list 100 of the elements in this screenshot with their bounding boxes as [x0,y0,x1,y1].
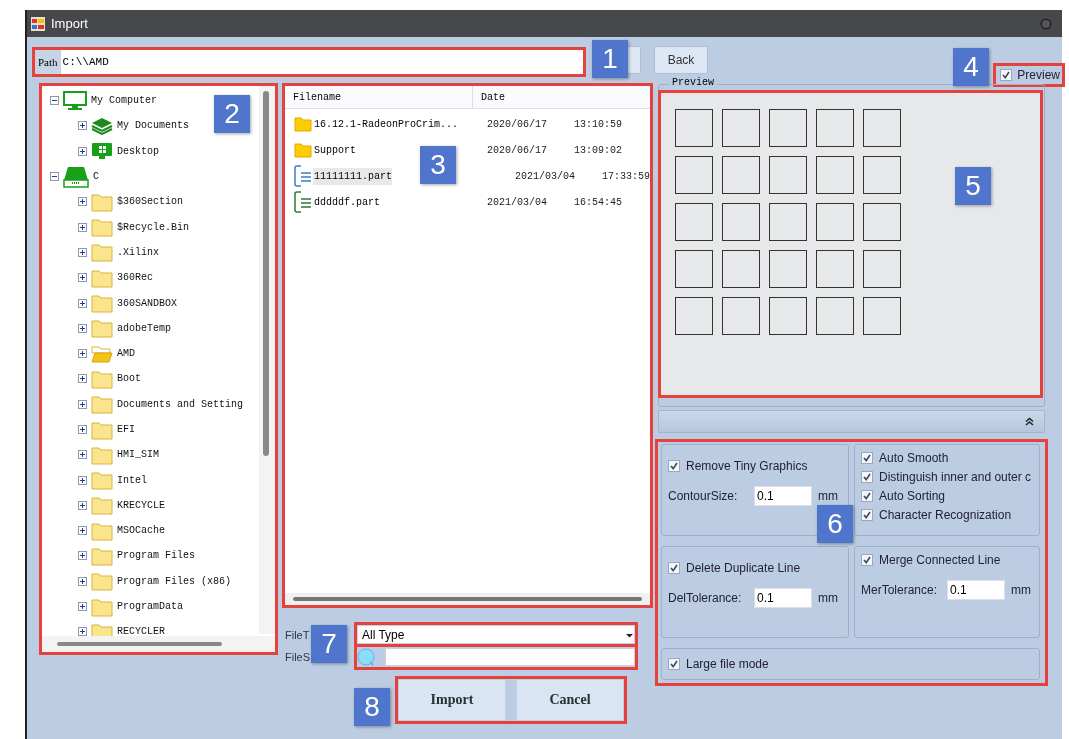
preview-checkbox-label: Preview [1017,67,1060,82]
folder-icon [91,444,113,465]
number-field[interactable]: 0.1 [754,588,812,608]
expand-toggle[interactable] [78,349,87,359]
preview-tile [863,297,901,335]
annotation-badge: 3 [420,146,456,184]
tree-item[interactable]: Desktop [117,145,159,157]
checkbox[interactable] [668,460,680,472]
preview-tile [769,109,807,147]
preview-tile [816,203,854,241]
expand-toggle[interactable] [78,323,87,333]
expand-toggle[interactable] [78,450,87,460]
expand-toggle[interactable] [78,121,87,131]
folder-icon [91,596,113,617]
expand-toggle[interactable] [78,399,87,409]
tree-item[interactable]: Boot [117,373,141,385]
expand-toggle[interactable] [78,576,87,586]
time-cell: 13:09:02 [574,144,622,156]
path-value: C:\\AMD [60,49,583,74]
tree-item[interactable]: C [93,171,99,183]
tree-item[interactable]: Intel [117,474,147,486]
tree-item[interactable]: $360Section [117,196,183,208]
collapse-toggle[interactable] [50,96,59,106]
expand-toggle[interactable] [78,298,87,308]
scrollbar[interactable] [259,86,275,634]
expand-toggle[interactable] [78,425,87,434]
expand-toggle[interactable] [78,222,87,232]
app-icon [31,16,45,31]
checkbox-label: Character Recognization [879,508,1012,522]
file-type-dropdown[interactable]: All Type [357,625,635,644]
checkbox[interactable] [861,452,873,464]
checkbox[interactable] [861,471,873,483]
search-field[interactable] [385,648,635,666]
preview-tile [675,203,713,241]
tree-item[interactable]: HMI_SIM [117,449,159,461]
tree-item[interactable]: RECYCLER [117,626,165,638]
preview-tile [769,203,807,241]
collapse-toggle[interactable] [50,172,59,182]
unit-label: mm [818,489,838,503]
annotation-badge: 2 [214,95,250,133]
tree-item[interactable]: adobeTemp [117,322,171,334]
folder-icon [91,520,113,541]
expand-toggle[interactable] [78,602,87,612]
tree-item[interactable]: 360SANDBOX [117,297,177,309]
file-name-cell[interactable]: 16.12.1-RadeonProCrim... [313,115,486,133]
scrollbar[interactable] [42,636,275,652]
dialog-button[interactable]: Import [398,679,506,721]
date-cell-text: 2021/03/04 [515,170,576,182]
column-header[interactable]: Filename [285,86,473,108]
date-cell-text: 2020/06/17 [487,118,548,130]
tree-item[interactable]: EFI [117,424,135,435]
date-cell-text: 2020/06/17 [487,144,548,156]
number-field[interactable]: 0.1 [947,580,1005,600]
time-cell: 17:33:59 [602,170,650,182]
tree-item[interactable]: MSOCache [117,525,165,537]
tree-item[interactable]: AMD [117,348,135,360]
checkbox[interactable] [861,490,873,502]
expand-toggle[interactable] [78,374,87,384]
folder-icon [91,293,113,313]
tree-item[interactable]: KRECYCLE [117,499,165,511]
checkbox[interactable] [668,562,680,574]
unit-label: mm [1011,583,1031,597]
tree-item[interactable]: $Recycle.Bin [117,221,189,233]
scrollbar[interactable] [285,593,650,605]
expand-toggle[interactable] [78,627,87,637]
checkbox-label: Remove Tiny Graphics [686,459,808,473]
expand-toggle[interactable] [78,526,87,536]
tree-item[interactable]: ProgramData [117,601,183,613]
expand-toggle[interactable] [78,197,87,207]
checkbox[interactable] [668,658,680,670]
expand-toggle[interactable] [78,146,87,156]
preview-tile [675,109,713,147]
expand-toggle[interactable] [78,475,87,485]
dialog-button[interactable]: Cancel [516,679,624,721]
tree-item[interactable]: Program Files (x86) [117,575,232,587]
file-type-label: FileT [285,628,311,641]
tree-item[interactable]: Documents and Setting [117,398,244,410]
column-header[interactable]: Date [473,86,505,108]
expand-toggle[interactable] [78,551,87,561]
checkbox[interactable] [1000,68,1013,81]
file-name-cell[interactable]: 11111111.part [313,167,392,185]
file-name-cell[interactable]: dddddf.part [313,193,486,211]
tree-item[interactable]: My Computer [91,95,157,107]
checkbox[interactable] [861,509,873,521]
tree-item[interactable]: .Xilinx [117,246,159,258]
tree-item[interactable]: My Documents [117,120,189,132]
tree-item[interactable]: Program Files [117,550,195,562]
checkbox[interactable] [861,554,873,566]
path-field[interactable]: Path C:\\AMD [35,49,583,74]
expand-toggle[interactable] [78,500,87,510]
expand-toggle[interactable] [78,247,87,257]
folder-icon [91,318,113,339]
document-icon [294,191,312,213]
back-button[interactable]: Back [654,45,708,74]
field-label: DelTolerance: [668,591,743,605]
open-folder-icon [91,343,113,364]
number-field[interactable]: 0.1 [754,486,812,506]
tree-item[interactable]: 360Rec [117,272,153,284]
expand-toggle[interactable] [78,273,87,283]
window-title: Import [51,16,88,31]
